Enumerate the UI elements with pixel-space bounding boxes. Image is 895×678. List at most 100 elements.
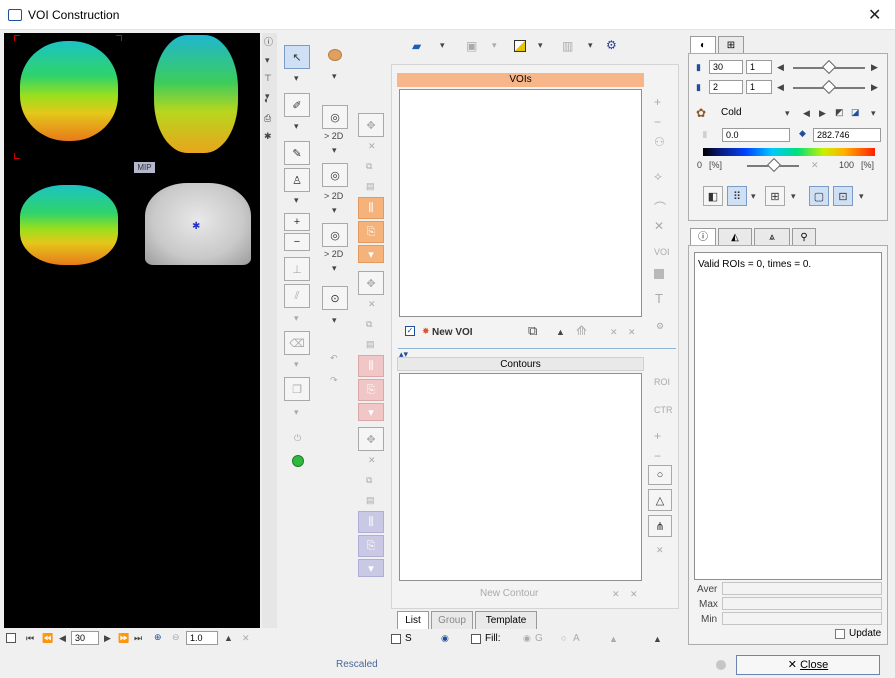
close-button[interactable]: ✕ Close: [736, 655, 880, 675]
tab-group[interactable]: Group: [431, 611, 473, 629]
ctr-label-text[interactable]: CTR: [654, 405, 673, 415]
undo-icon[interactable]: ↶: [330, 353, 338, 364]
frame-step-field[interactable]: 1: [746, 80, 772, 94]
tab-marker[interactable]: ⚲: [792, 228, 816, 246]
up-arrow-icon[interactable]: ▲: [556, 327, 565, 337]
frame-slider-knob[interactable]: [821, 79, 837, 95]
vertex-icon[interactable]: ⟡: [654, 169, 662, 184]
pin-button[interactable]: ⊡: [833, 186, 853, 206]
fusion-button[interactable]: ◧: [703, 186, 723, 206]
chevron-down-icon[interactable]: ▾: [294, 407, 299, 418]
chevron-down-icon[interactable]: ▾: [785, 108, 790, 119]
chevron-down-icon[interactable]: ▾: [332, 263, 337, 274]
voi-list[interactable]: [399, 89, 642, 317]
voi-move-button[interactable]: ✥: [358, 113, 384, 137]
roi-flip-button[interactable]: ⫼: [358, 355, 384, 377]
settings-icon[interactable]: ⚙: [606, 38, 617, 52]
histogram-icon[interactable]: ▥: [562, 39, 573, 53]
chevron-down-icon[interactable]: ▾: [265, 55, 270, 66]
frame-number-field[interactable]: 30: [71, 631, 99, 645]
chevron-down-icon[interactable]: ▾: [791, 191, 796, 202]
zoom-up-arrow[interactable]: ▲: [224, 633, 233, 643]
save-icon[interactable]: ▣: [466, 39, 477, 53]
multi-icon[interactable]: ⧉: [528, 323, 537, 339]
roi-export-button[interactable]: ⎘: [358, 379, 384, 401]
palette-icon[interactable]: ✿: [696, 106, 706, 120]
confirm-icon[interactable]: [292, 455, 304, 467]
a-radio[interactable]: ○: [561, 633, 566, 643]
max-field[interactable]: 282.746: [813, 128, 881, 142]
voi-more-button[interactable]: ▾: [358, 245, 384, 263]
ctr-delete-icon[interactable]: ✕: [368, 455, 376, 466]
delete-all-icon[interactable]: ✕: [630, 589, 638, 600]
eraser-tool-button[interactable]: ⌫: [284, 331, 310, 355]
slice-step-field[interactable]: 1: [746, 60, 772, 74]
region-grow-button[interactable]: ⊥: [284, 257, 310, 281]
power-icon[interactable]: ⏻: [294, 433, 301, 444]
colortable-select[interactable]: Cold: [721, 107, 742, 118]
g-radio[interactable]: ◉: [523, 633, 531, 644]
overlay-button[interactable]: ⠿: [727, 186, 747, 206]
wand-tool-button[interactable]: ✐: [284, 93, 310, 117]
chevron-down-icon[interactable]: ▾: [332, 71, 337, 82]
sagittal-view[interactable]: [154, 35, 238, 153]
object-icon[interactable]: [328, 49, 342, 61]
first-frame-icon[interactable]: ⏮: [26, 633, 34, 644]
last-frame-icon[interactable]: ⏭: [134, 633, 142, 644]
min-field[interactable]: 0.0: [722, 128, 790, 142]
close-shape-icon[interactable]: ✕: [654, 219, 664, 233]
print-icon[interactable]: ⎙: [264, 113, 271, 124]
tab-template[interactable]: Template: [475, 611, 537, 629]
square-icon[interactable]: [654, 269, 664, 279]
s-checkbox[interactable]: [391, 634, 401, 644]
splitter[interactable]: [398, 348, 676, 349]
zoom-reset-icon[interactable]: ✕: [242, 633, 250, 644]
contour-2d-button-3[interactable]: ◎: [322, 223, 348, 247]
window-close-button[interactable]: ✕: [868, 5, 881, 25]
sync-checkbox[interactable]: [6, 633, 16, 643]
chevron-down-icon[interactable]: ▾: [332, 315, 337, 326]
chevron-down-icon[interactable]: ▾: [294, 359, 299, 370]
max-lock-icon[interactable]: ◆: [799, 128, 806, 139]
roi-copy-icon[interactable]: ⧉: [366, 319, 372, 330]
fill-checkbox[interactable]: [471, 634, 481, 644]
redo-icon[interactable]: ↷: [330, 375, 338, 386]
ctr-paste-icon[interactable]: ▤: [366, 495, 375, 506]
contour-2d-button[interactable]: ◎: [322, 105, 348, 129]
eye-icon[interactable]: ◉: [441, 633, 449, 644]
curve-icon[interactable]: ⌒: [654, 199, 666, 216]
roi-label-text[interactable]: ROI: [654, 377, 670, 387]
chevron-down-icon[interactable]: ▾: [751, 191, 756, 202]
roi-move-button[interactable]: ✥: [358, 271, 384, 295]
roi-delete-icon[interactable]: ✕: [368, 299, 376, 310]
zoom-in-icon[interactable]: ⊕: [154, 632, 162, 643]
roi-paste-icon[interactable]: ▤: [366, 339, 375, 350]
remove-icon[interactable]: −: [654, 115, 661, 129]
prev-colortable-arrow[interactable]: ◀: [803, 108, 810, 119]
voi-label-text[interactable]: VOI: [654, 247, 670, 257]
slice-right-arrow[interactable]: ▶: [871, 62, 878, 73]
zoom-field[interactable]: 1.0: [186, 631, 218, 645]
add-icon[interactable]: +: [654, 429, 661, 443]
delete-icon[interactable]: ✕: [612, 589, 620, 600]
chevron-down-icon[interactable]: ▾: [859, 191, 864, 202]
lock-icon[interactable]: ⫴: [703, 130, 707, 141]
ctr-move-button[interactable]: ✥: [358, 427, 384, 451]
slice-field[interactable]: 30: [709, 60, 743, 74]
update-checkbox[interactable]: [835, 629, 845, 639]
ctr-export-button[interactable]: ⎘: [358, 535, 384, 557]
slice-left-arrow[interactable]: ◀: [777, 62, 784, 73]
prev-fast-icon[interactable]: ⏪: [42, 633, 53, 644]
invert-icon[interactable]: ◩: [835, 107, 844, 118]
pen-tool-button[interactable]: ✎: [284, 141, 310, 165]
chevron-down-icon[interactable]: ▾: [440, 40, 445, 51]
settings-icon[interactable]: ✱: [264, 131, 272, 142]
next-colortable-arrow[interactable]: ▶: [819, 108, 826, 119]
frame-right-arrow[interactable]: ▶: [871, 82, 878, 93]
frame-field[interactable]: 2: [709, 80, 743, 94]
image-viewer[interactable]: MIP ✱: [4, 33, 260, 628]
text-tool-icon[interactable]: T: [655, 291, 663, 306]
coronal-view[interactable]: [20, 185, 118, 265]
gear-icon[interactable]: ⚙: [656, 321, 664, 332]
tab-histogram[interactable]: ◭: [718, 228, 752, 246]
